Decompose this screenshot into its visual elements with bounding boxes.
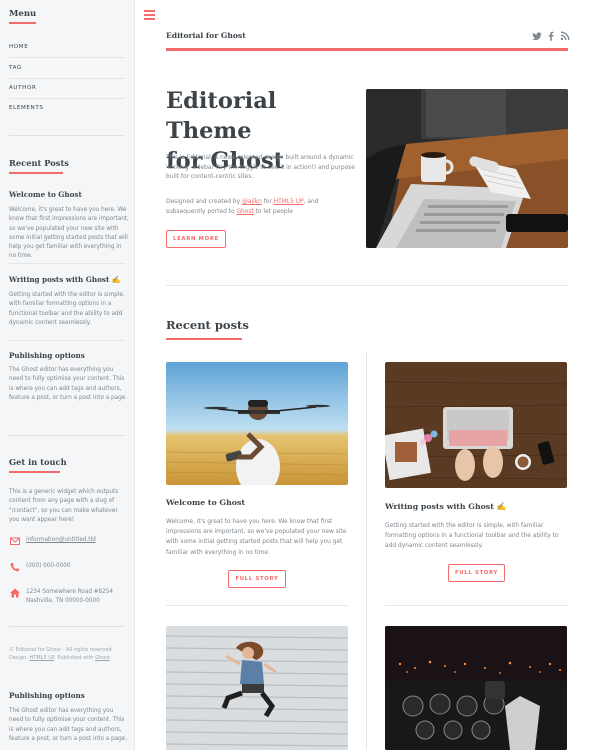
site-title[interactable]: Editorial for Ghost (166, 31, 246, 40)
banner-title-line-1: Editorial Theme (166, 88, 277, 144)
credits-line: Design: HTML5 UP. Published with Ghost (9, 654, 129, 662)
post-excerpt: Welcome, it's great to have you here. We… (166, 519, 347, 556)
learn-more-button[interactable]: LEARN MORE (166, 230, 226, 248)
menu-item-elements[interactable]: ELEMENTS (9, 105, 44, 111)
sidebar-post-title[interactable]: Publishing options (9, 691, 85, 700)
contact-address-text: 1234 Somewhere Road #8254 Nashville, TN … (26, 588, 113, 605)
contact-email[interactable]: information@untitled.tld (9, 535, 131, 549)
post-title[interactable]: Welcome to Ghost (166, 498, 245, 507)
divider (9, 340, 125, 341)
divider (9, 263, 125, 264)
html5up-link[interactable]: HTML5 UP (30, 655, 55, 661)
divider (9, 57, 125, 58)
design-prefix: Design: (9, 655, 30, 661)
contact-intro: This is a generic widget which outputs c… (9, 489, 119, 523)
recent-posts-title: Recent Posts (9, 158, 69, 168)
sidebar-post-title[interactable]: Welcome to Ghost (9, 190, 82, 199)
section-divider (166, 285, 568, 286)
divider (9, 78, 125, 79)
banner-description: This is Editorial, a news-oriented desig… (166, 155, 355, 181)
contact-email-text: information@untitled.tld (26, 537, 96, 543)
sidebar-toggle-hamburger-icon[interactable] (144, 10, 155, 20)
banner-image (366, 89, 568, 248)
twitter-icon[interactable] (532, 31, 542, 41)
banner-credits: Designed and created by @ajlkn for HTML5… (166, 198, 356, 217)
address-line-1: 1234 Somewhere Road #8254 (26, 589, 114, 595)
row-divider (166, 605, 348, 606)
divider (9, 98, 125, 99)
copyright-text: © Editorial for Ghost - All rights reser… (9, 647, 112, 653)
post-excerpt: Getting started with the editor is simpl… (385, 523, 559, 550)
sidebar: Menu HOME TAG AUTHOR ELEMENTS Recent Pos… (0, 0, 135, 750)
section-divider (9, 626, 125, 627)
recent-posts-underline (9, 172, 63, 174)
recent-posts-heading: Recent posts (166, 318, 249, 332)
menu-title-underline (9, 22, 36, 24)
rss-icon[interactable] (560, 31, 570, 41)
post-image[interactable] (385, 362, 567, 488)
published-prefix: . Published with (54, 655, 96, 661)
facebook-icon[interactable] (546, 31, 556, 41)
post-image[interactable] (166, 626, 348, 750)
phone-icon (10, 562, 20, 572)
contact-phone-text: (000) 000-0000 (26, 563, 71, 569)
contact-title: Get in touch (9, 457, 67, 467)
sidebar-post-excerpt: Getting started with the editor is simpl… (9, 292, 125, 326)
address-line-2: Nashville, TN 00000-0000 (26, 597, 100, 604)
menu-item-tag[interactable]: TAG (9, 65, 22, 71)
sidebar-post-excerpt: The Ghost editor has everything you need… (9, 708, 128, 742)
full-story-button[interactable]: FULL STORY (228, 570, 286, 588)
ghost-link[interactable]: Ghost (95, 655, 110, 661)
sidebar-footer: © Editorial for Ghost - All rights reser… (9, 646, 129, 662)
sidebar-post-excerpt: Welcome, it's great to have you here. We… (9, 207, 129, 260)
menu-item-author[interactable]: AUTHOR (9, 85, 36, 91)
credit-prefix: Designed and created by (166, 199, 242, 205)
menu-item-home[interactable]: HOME (9, 44, 28, 50)
column-divider (366, 352, 367, 750)
post-title[interactable]: Writing posts with Ghost ✍️ (385, 502, 506, 511)
post-image[interactable] (385, 626, 567, 750)
credit-for: for (261, 199, 274, 205)
section-divider (9, 435, 125, 436)
full-story-button[interactable]: FULL STORY (448, 564, 505, 582)
contact-title-underline (9, 471, 60, 473)
contact-address: 1234 Somewhere Road #8254 Nashville, TN … (9, 587, 131, 609)
sidebar-post-excerpt: The Ghost editor has everything you need… (9, 367, 128, 401)
recent-posts-underline (166, 338, 242, 340)
header-divider (166, 48, 568, 51)
sidebar-post-title[interactable]: Publishing options (9, 351, 85, 360)
section-divider (9, 135, 125, 136)
ghost-link[interactable]: Ghost (236, 209, 253, 215)
credit-suffix: to let people (253, 208, 293, 215)
sidebar-post-title[interactable]: Writing posts with Ghost ✍️ (9, 275, 121, 284)
menu-title: Menu (9, 9, 37, 19)
row-divider (385, 605, 568, 606)
author-link[interactable]: @ajlkn (242, 199, 262, 205)
home-icon (10, 588, 20, 598)
post-image[interactable] (166, 362, 348, 485)
contact-phone: (000) 000-0000 (9, 561, 131, 575)
html5up-link[interactable]: HTML5 UP (274, 199, 304, 205)
envelope-icon (10, 537, 20, 545)
